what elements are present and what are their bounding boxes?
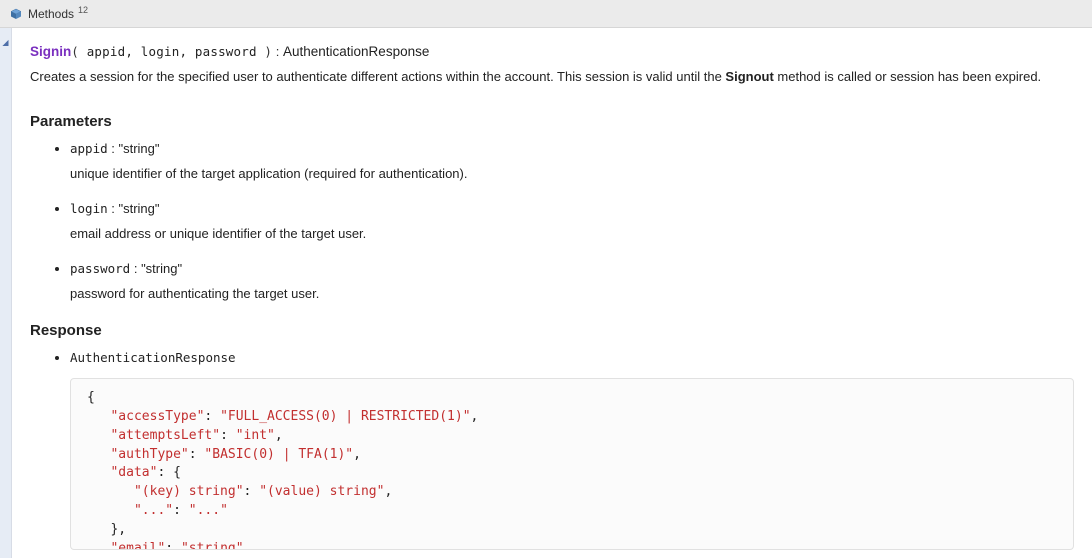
desc-bold: Signout [725, 69, 773, 84]
param-type: "string" [118, 141, 159, 156]
collapse-toggle[interactable]: ◢ [0, 28, 12, 558]
method-description: Creates a session for the specified user… [30, 68, 1074, 87]
arg-2: password [195, 44, 257, 59]
response-code-block: { "accessType": "FULL_ACCESS(0) | RESTRI… [70, 378, 1074, 550]
cube-icon [10, 8, 22, 20]
param-desc: unique identifier of the target applicat… [70, 165, 1074, 184]
parameters-list: appid : "string" unique identifier of th… [30, 140, 1074, 303]
method-name: Signin [30, 44, 71, 59]
method-detail: Signin( appid, login, password ) : Authe… [12, 28, 1092, 558]
desc-pre: Creates a session for the specified user… [30, 69, 725, 84]
param-name: password [70, 261, 130, 276]
response-heading: Response [30, 320, 1074, 342]
param-item: login : "string" email address or unique… [70, 200, 1074, 244]
param-type: "string" [118, 201, 159, 216]
desc-post: method is called or session has been exp… [774, 69, 1041, 84]
response-list: AuthenticationResponse [30, 349, 1074, 368]
arg-0: appid [87, 44, 126, 59]
methods-title: Methods [28, 7, 74, 21]
param-item: password : "string" password for authent… [70, 260, 1074, 304]
methods-count: 12 [78, 5, 88, 15]
arg-1: login [141, 44, 180, 59]
response-type-item: AuthenticationResponse [70, 349, 1074, 368]
param-name: appid [70, 141, 108, 156]
param-type: "string" [141, 261, 182, 276]
param-desc: password for authenticating the target u… [70, 285, 1074, 304]
param-name: login [70, 201, 108, 216]
parameters-heading: Parameters [30, 111, 1074, 133]
param-item: appid : "string" unique identifier of th… [70, 140, 1074, 184]
param-desc: email address or unique identifier of th… [70, 225, 1074, 244]
method-signature: Signin( appid, login, password ) : Authe… [30, 42, 1074, 62]
methods-header: Methods 12 [0, 0, 1092, 28]
return-type: AuthenticationResponse [283, 44, 429, 59]
response-type-name: AuthenticationResponse [70, 350, 236, 365]
